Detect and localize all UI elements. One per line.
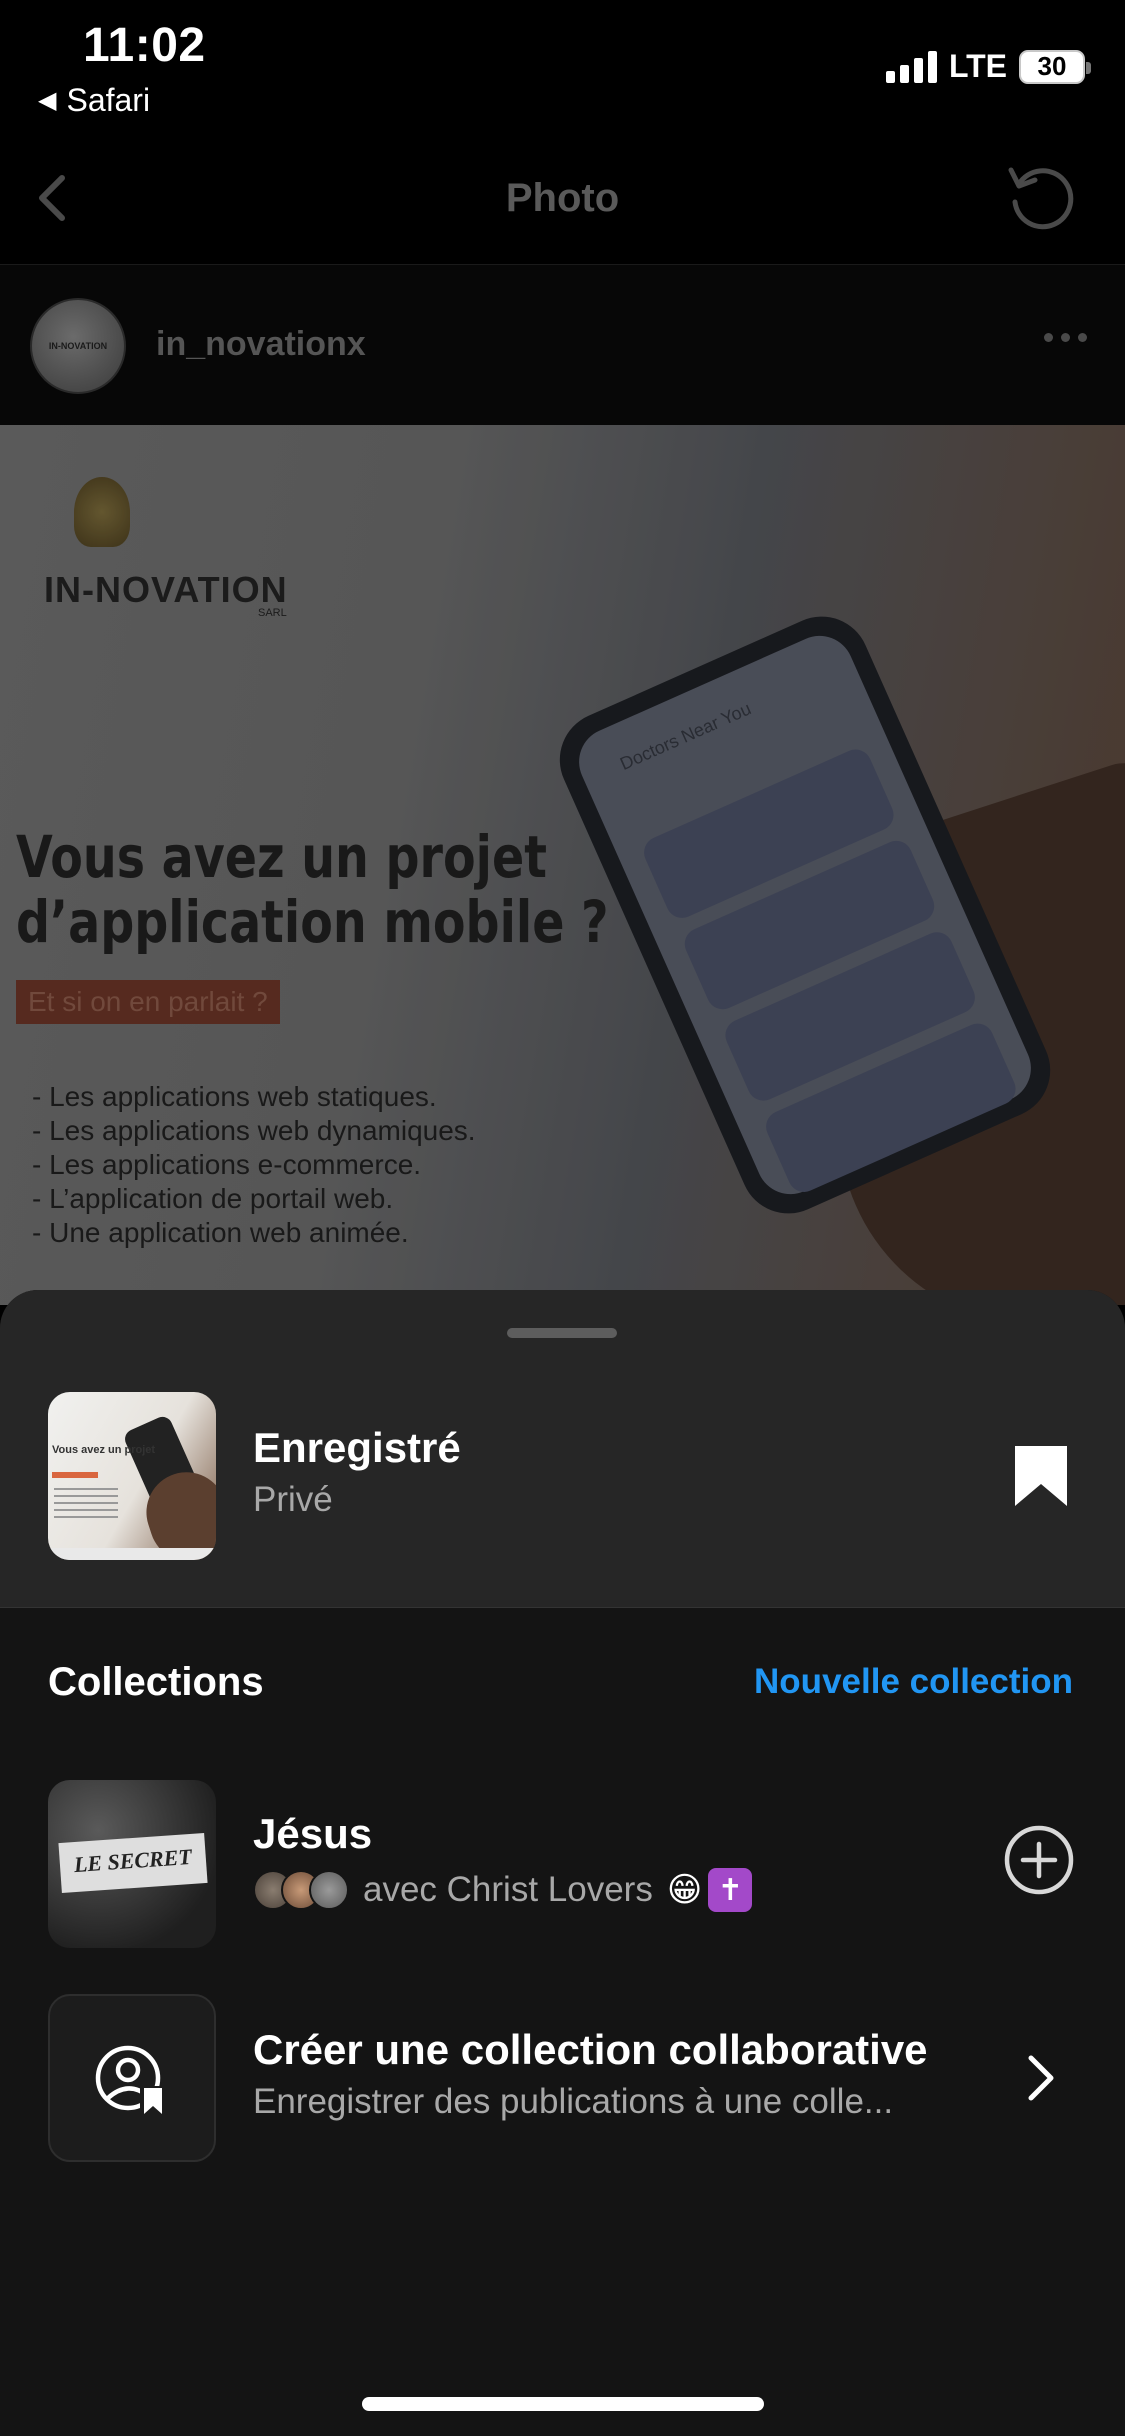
save-bottom-sheet: Vous avez un projet Enregistré Privé Col…	[0, 1290, 1125, 2436]
collection-title[interactable]: Jésus	[253, 1810, 372, 1858]
collections-heading: Collections	[48, 1660, 264, 1704]
collection-subtitle: avec Christ Lovers 😁 ✝	[253, 1866, 753, 1914]
avatar	[309, 1870, 349, 1910]
collaborator-avatars	[253, 1870, 349, 1910]
status-indicators: LTE 30	[885, 48, 1091, 85]
collection-emojis: 😁 ✝	[666, 1868, 753, 1912]
battery-level: 30	[1037, 51, 1067, 81]
grin-emoji-icon: 😁	[666, 1871, 703, 1909]
cross-emoji-icon: ✝	[708, 1868, 753, 1912]
add-to-collection-icon[interactable]	[1003, 1824, 1075, 1896]
chevron-right-icon[interactable]	[1023, 2052, 1059, 2104]
create-collab-collection-title[interactable]: Créer une collection collaborative	[253, 2026, 928, 2074]
paper-strip: LE SECRET	[58, 1832, 208, 1894]
network-type: LTE	[948, 48, 1007, 84]
profile-avatar[interactable]: IN-NOVATION	[30, 298, 126, 394]
cellular-signal-icon	[885, 50, 937, 83]
saved-section: Vous avez un projet Enregistré Privé	[0, 1290, 1125, 1608]
saved-title: Enregistré	[253, 1424, 461, 1471]
nav-bar: Photo	[0, 130, 1125, 265]
more-options-icon[interactable]	[1044, 333, 1087, 342]
thumb-headline: Vous avez un projet	[52, 1444, 156, 1456]
collection-collaborators-text: avec Christ Lovers	[363, 1870, 653, 1909]
collaborative-collection-thumbnail[interactable]	[48, 1994, 216, 2162]
home-indicator[interactable]	[362, 2397, 764, 2411]
thumb-text: LE SECRET	[73, 1843, 193, 1878]
back-triangle-icon: ◀	[38, 87, 57, 114]
create-collab-collection-subtitle: Enregistrer des publications à une colle…	[253, 2082, 894, 2121]
status-bar: 11:02 ◀ Safari LTE 30	[0, 0, 1125, 130]
post-header: IN-NOVATION in_novationx	[0, 265, 1125, 425]
dim-overlay	[0, 425, 1125, 1305]
battery-icon: 30	[1019, 49, 1091, 84]
back-to-safari[interactable]: ◀ Safari	[38, 82, 150, 119]
collection-thumbnail[interactable]: LE SECRET	[48, 1780, 216, 1948]
post-image[interactable]: Doctors Near You IN-NOVATION SARL Vous a…	[0, 425, 1125, 1305]
sheet-grabber[interactable]	[507, 1328, 617, 1338]
saved-privacy: Privé	[253, 1480, 333, 1519]
avatar-logo-text: IN-NOVATION	[48, 341, 108, 351]
bookmark-filled-icon[interactable]	[1013, 1444, 1069, 1508]
back-app-label: Safari	[66, 82, 151, 118]
person-bookmark-icon	[95, 2045, 164, 2114]
post-username[interactable]: in_novationx	[156, 325, 366, 364]
refresh-icon[interactable]	[1003, 160, 1079, 236]
saved-post-thumbnail: Vous avez un projet	[48, 1392, 216, 1560]
page-title: Photo	[505, 176, 620, 220]
status-time: 11:02	[83, 19, 206, 72]
new-collection-button[interactable]: Nouvelle collection	[754, 1662, 1073, 1702]
